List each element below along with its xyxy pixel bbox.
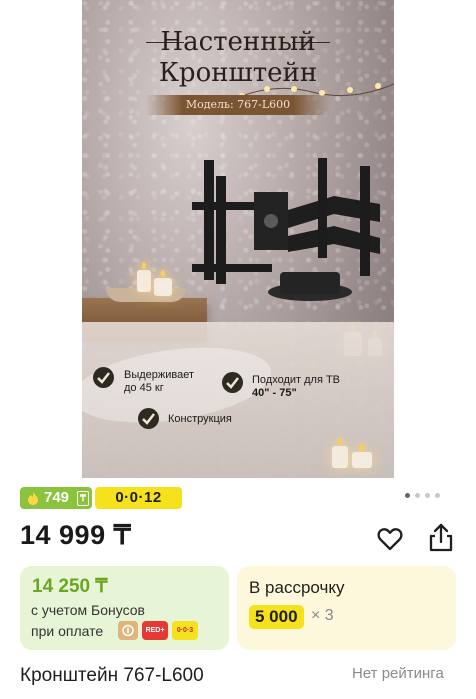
installment-card[interactable]: В рассрочку 5 000 × 3 bbox=[237, 566, 456, 650]
candle bbox=[352, 452, 372, 468]
candle-flame bbox=[161, 270, 165, 277]
image-title-line1: Настенный bbox=[160, 27, 316, 57]
bonus-note-line1: с учетом Бонусов bbox=[31, 602, 145, 618]
heart-icon bbox=[377, 528, 403, 551]
bonus-badge[interactable]: 749 ₸ bbox=[20, 487, 92, 509]
candle bbox=[137, 270, 151, 292]
bonus-note-line2: при оплате bbox=[31, 623, 104, 639]
bonus-price: 14 250 ₸ bbox=[32, 576, 108, 597]
candle-flame bbox=[142, 262, 146, 269]
share-icon bbox=[429, 523, 453, 552]
installment-badge[interactable]: 0·0·12 bbox=[95, 487, 182, 509]
candle bbox=[332, 446, 348, 468]
feature-construction-label: Конструкция bbox=[168, 413, 232, 425]
carousel-dot bbox=[435, 493, 440, 498]
red-plus-icon: RED+ bbox=[142, 621, 168, 640]
kaspi-icon bbox=[118, 621, 138, 640]
candle-flame bbox=[338, 438, 342, 445]
feature-tv-size-line1: Подходит для ТВ bbox=[252, 374, 341, 386]
bonus-price-card[interactable]: 14 250 ₸ с учетом Бонусов при оплате RED… bbox=[20, 566, 229, 650]
product-image[interactable]: Настенный Кронштейн Модель: 767-L600 Выд… bbox=[82, 0, 394, 478]
product-price: 14 999 ₸ bbox=[20, 520, 132, 550]
product-name: Кронштейн 767-L600 bbox=[20, 665, 204, 686]
carousel-indicator bbox=[405, 493, 445, 499]
installment-label: В рассрочку bbox=[249, 578, 345, 597]
candle-flame bbox=[360, 444, 364, 451]
installment-amount: 5 000 bbox=[249, 605, 304, 629]
zero-zero-three-icon: 0·0·3 bbox=[172, 621, 198, 640]
carousel-dot-active bbox=[405, 493, 410, 498]
share-button[interactable] bbox=[426, 522, 456, 554]
feature-tv-size-line2: 40" - 75" bbox=[252, 387, 297, 399]
check-icon bbox=[138, 408, 159, 429]
flame-icon bbox=[28, 491, 38, 505]
tenge-icon: ₸ bbox=[77, 491, 89, 506]
feature-weight-line1: Выдерживает bbox=[124, 369, 195, 381]
check-icon bbox=[222, 372, 243, 393]
candle bbox=[154, 278, 172, 296]
installment-multiplier: × 3 bbox=[311, 607, 334, 624]
tv-bracket-illustration bbox=[192, 158, 380, 301]
bonus-value: 749 bbox=[44, 489, 70, 506]
model-banner: Модель: 767-L600 bbox=[146, 95, 330, 115]
favorite-button[interactable] bbox=[375, 524, 405, 554]
carousel-dot bbox=[425, 493, 430, 498]
carousel-dot bbox=[415, 493, 420, 498]
rating-status[interactable]: Нет рейтинга bbox=[352, 665, 444, 682]
check-icon bbox=[93, 367, 114, 388]
feature-weight-line2: до 45 кг bbox=[124, 382, 164, 394]
